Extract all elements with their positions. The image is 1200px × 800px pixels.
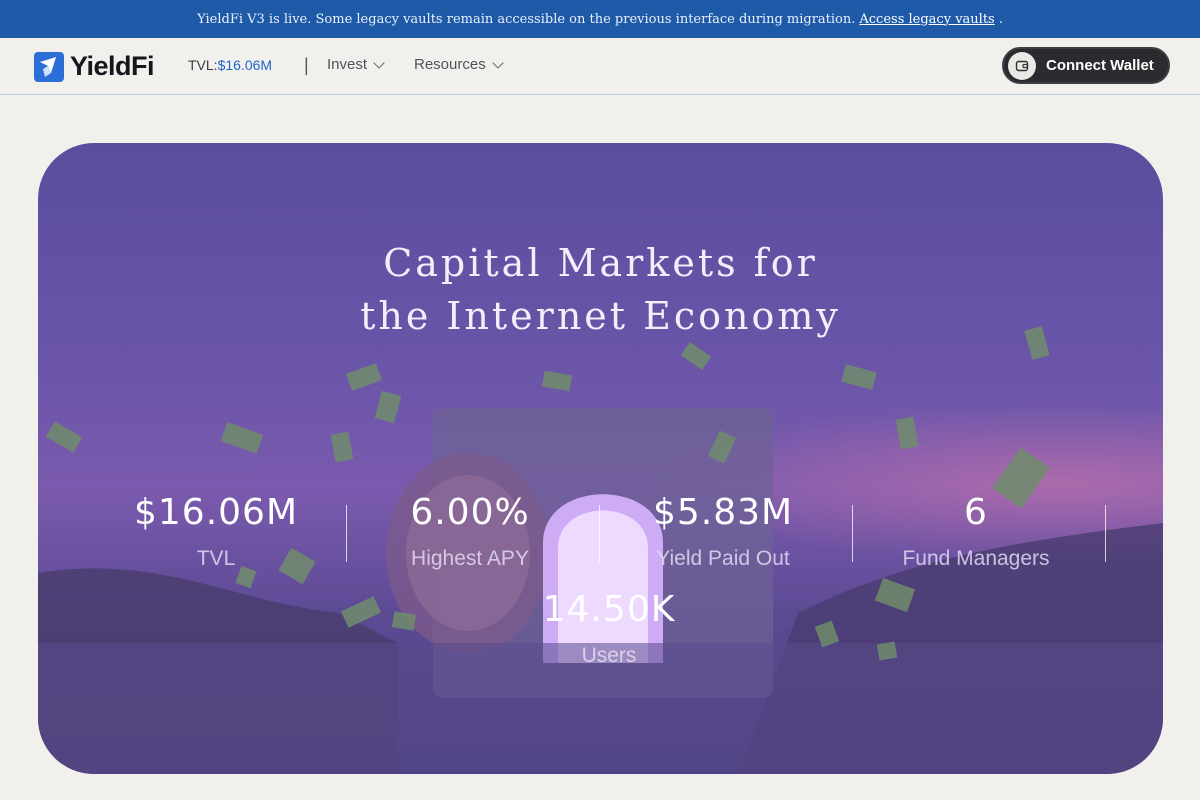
logo[interactable]: YieldFi <box>34 51 155 82</box>
stat-fund-managers-value: 6 <box>964 492 988 533</box>
top-navigation: YieldFi TVL:$16.06M | Invest Resources C… <box>0 38 1200 95</box>
wallet-icon <box>1008 51 1036 80</box>
logo-icon <box>34 51 64 82</box>
nav-resources-dropdown[interactable]: Resources <box>414 56 504 73</box>
stat-highest-apy-value: 6.00% <box>410 492 530 533</box>
stat-highest-apy-label: Highest APY <box>411 547 529 570</box>
stat-highest-apy: 6.00% Highest APY <box>350 493 590 571</box>
nav-invest-dropdown[interactable]: Invest <box>327 56 385 73</box>
nav-resources-label: Resources <box>414 56 486 73</box>
hero-banner: Capital Markets for the Internet Economy… <box>38 143 1163 774</box>
stat-divider <box>852 505 853 562</box>
nav-separator: | <box>304 55 309 75</box>
logo-text: YieldFi <box>70 51 155 81</box>
hero-title-line1: Capital Markets for <box>383 241 818 285</box>
announcement-suffix: . <box>998 11 1003 27</box>
nav-tvl-value: $16.06M <box>217 57 273 73</box>
stat-yield-paid-out-label: Yield Paid Out <box>656 547 790 570</box>
nav-tvl: TVL:$16.06M <box>188 57 272 73</box>
stat-tvl: $16.06M TVL <box>96 493 336 571</box>
nav-tvl-label: TVL: <box>188 57 218 73</box>
stat-users-label: Users <box>581 644 637 667</box>
stat-yield-paid-out-value: $5.83M <box>652 492 794 533</box>
stat-tvl-value: $16.06M <box>133 492 299 533</box>
stat-divider <box>599 505 600 562</box>
stat-users: 14.50K Users <box>489 590 729 668</box>
stat-divider <box>1105 505 1106 562</box>
stat-yield-paid-out: $5.83M Yield Paid Out <box>603 493 843 571</box>
chevron-down-icon <box>492 56 504 69</box>
chevron-down-icon <box>373 56 385 69</box>
hero-title-line2: the Internet Economy <box>360 294 841 338</box>
stat-fund-managers-label: Fund Managers <box>902 547 1050 570</box>
stat-tvl-label: TVL <box>196 547 236 570</box>
legacy-vaults-link[interactable]: Access legacy vaults <box>859 12 994 27</box>
connect-wallet-label: Connect Wallet <box>1046 57 1154 74</box>
stat-divider <box>346 505 347 562</box>
announcement-bar: YieldFi V3 is live. Some legacy vaults r… <box>0 0 1200 38</box>
stat-fund-managers: 6 Fund Managers <box>856 493 1096 571</box>
stat-users-value: 14.50K <box>542 589 676 630</box>
nav-invest-label: Invest <box>327 56 368 73</box>
hero-title: Capital Markets for the Internet Economy <box>38 237 1163 343</box>
connect-wallet-button[interactable]: Connect Wallet <box>1002 47 1170 84</box>
announcement-text: YieldFi V3 is live. Some legacy vaults r… <box>197 11 856 27</box>
